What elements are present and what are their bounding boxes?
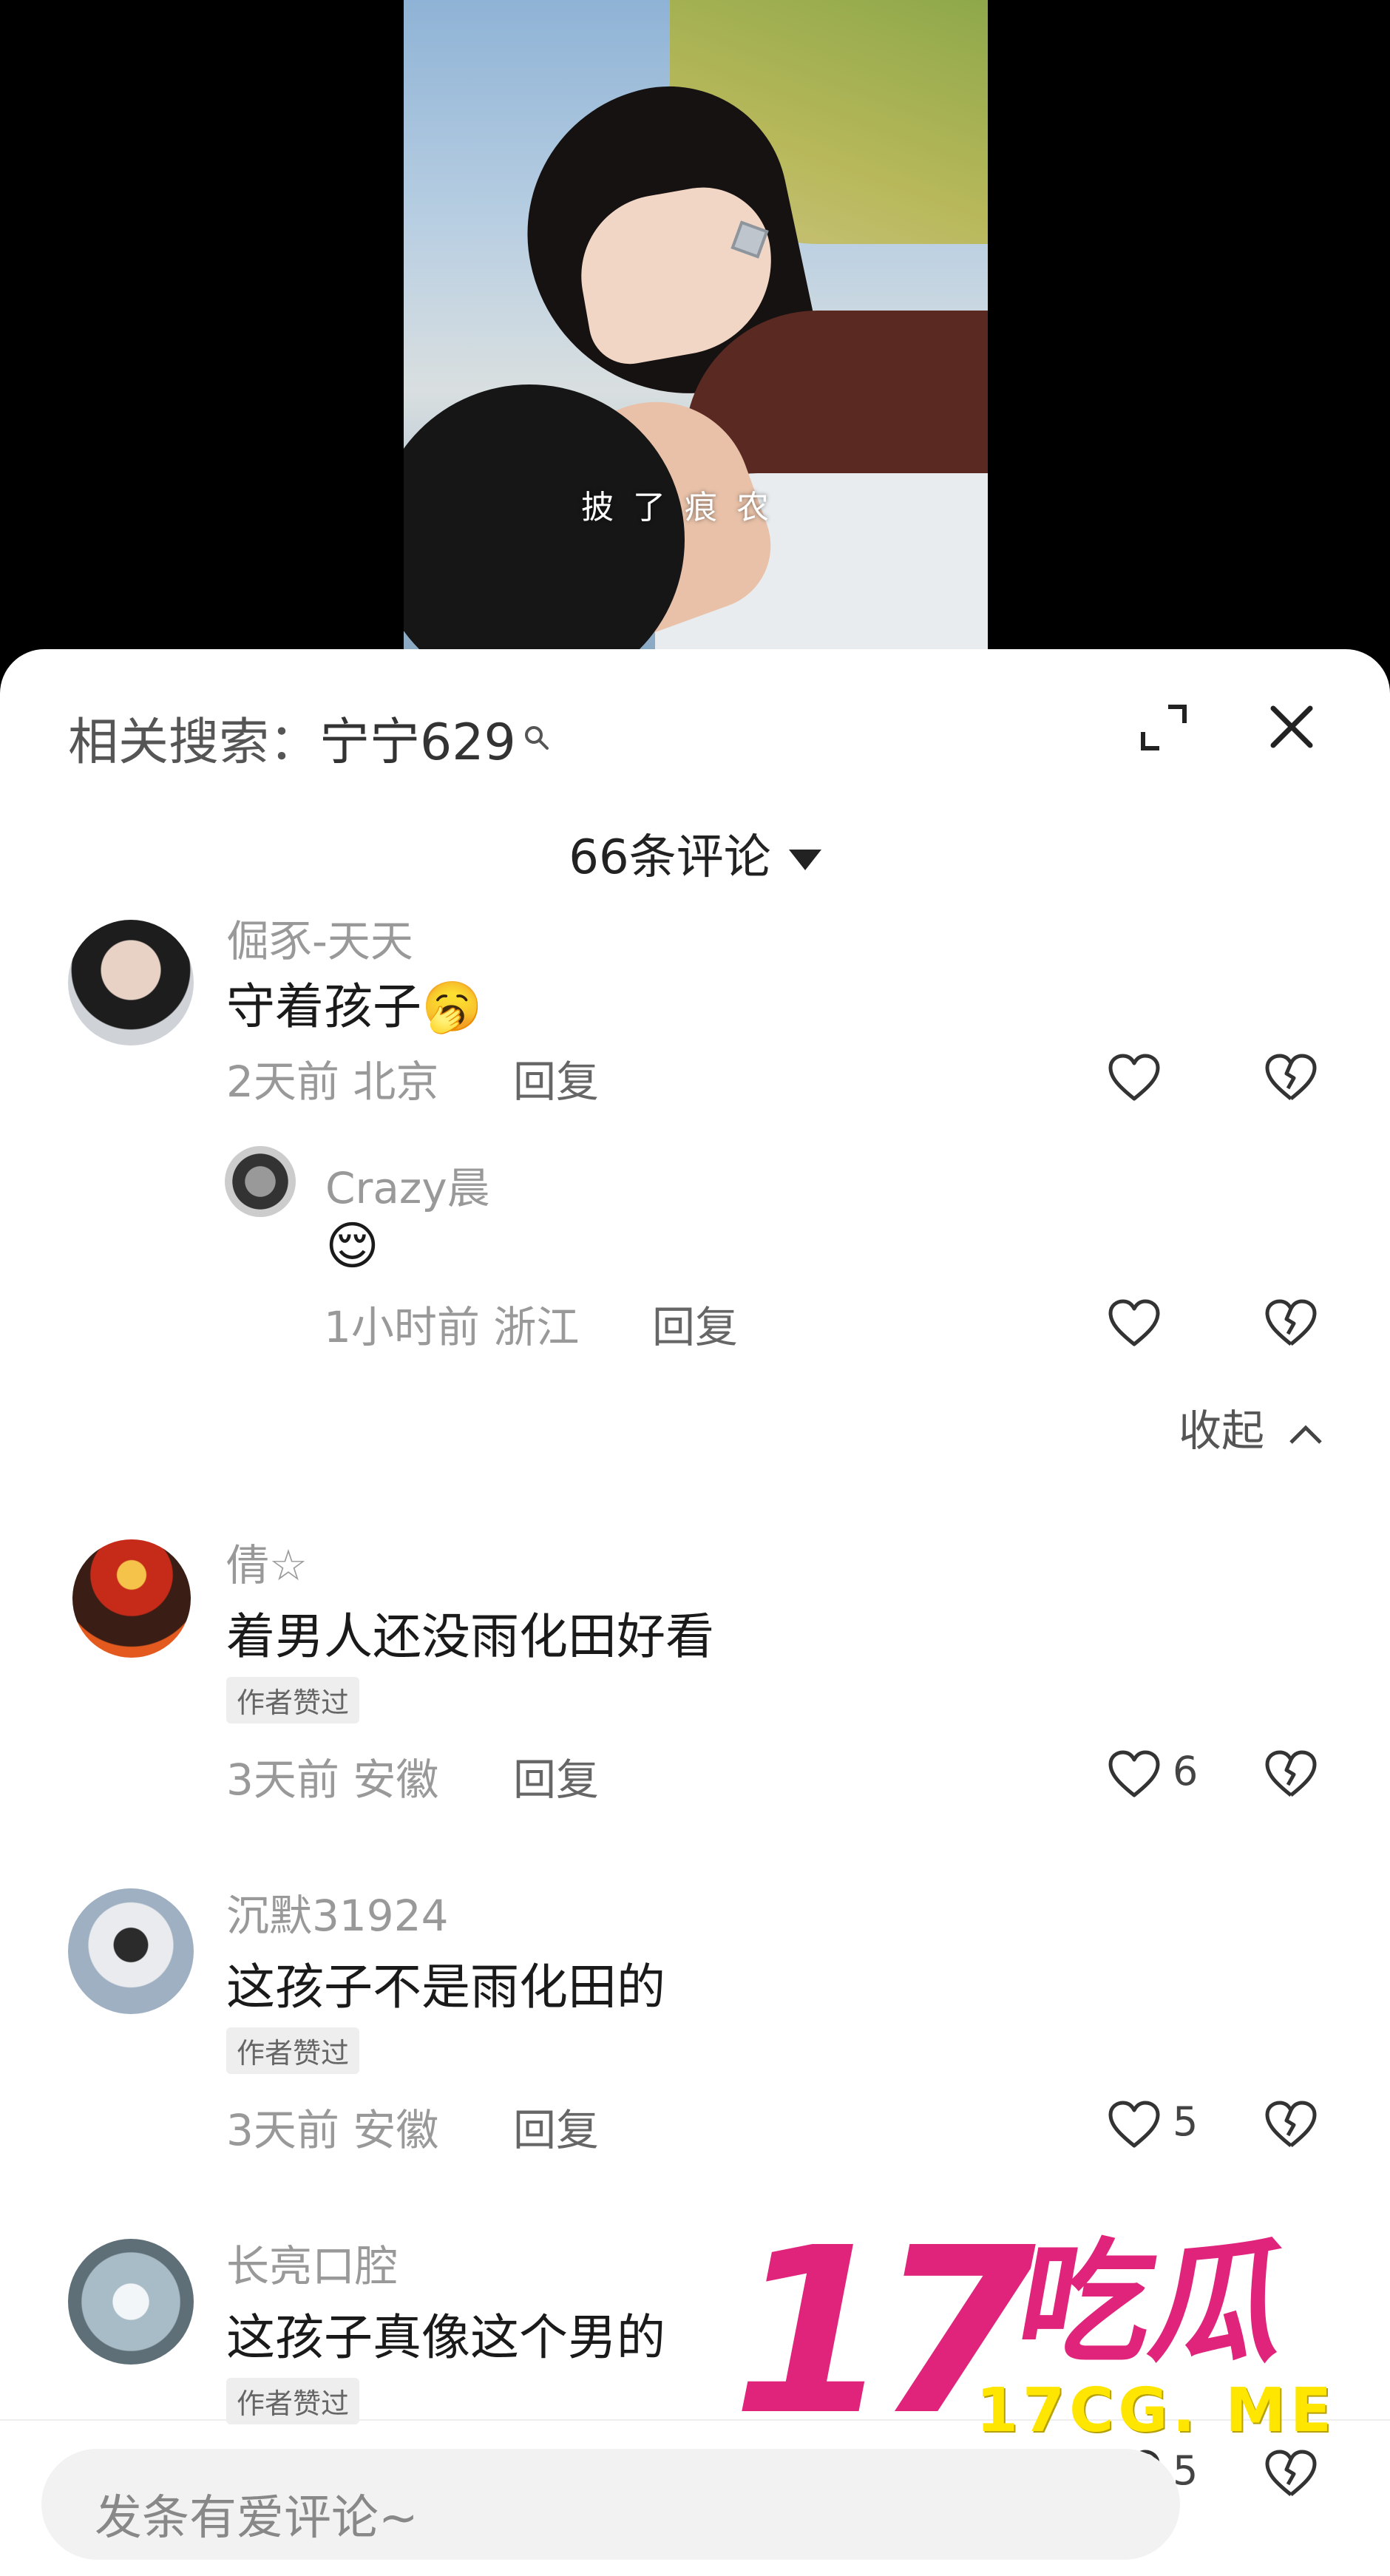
comment-text: 这孩子不是雨化田的 (226, 1959, 665, 2016)
avatar[interactable] (68, 1888, 194, 2014)
comment-username[interactable]: 倔豕-天天 (226, 906, 413, 969)
related-search-query: 宁宁629 (319, 714, 516, 772)
broken-heart-icon[interactable] (1261, 1294, 1320, 1353)
author-liked-badge: 作者赞过 (226, 2027, 360, 2074)
broken-heart-icon[interactable] (1261, 1745, 1320, 1804)
comment-text: 着男人还没雨化田好看 (226, 1608, 714, 1665)
like-count: 6 (1173, 1748, 1199, 1794)
author-liked-badge: 作者赞过 (226, 2378, 360, 2424)
collapse-replies-button[interactable]: 收起 (1179, 1396, 1323, 1458)
heart-icon[interactable] (1105, 2095, 1164, 2155)
video-player[interactable]: 披了痕农 (0, 0, 1390, 665)
comment-time: 3天前 (226, 1755, 339, 1805)
comment-username[interactable]: 沉默31924 (226, 1881, 449, 1943)
related-search[interactable]: 相关搜索： 宁宁629 (68, 701, 552, 774)
avatar[interactable] (68, 920, 194, 1045)
comment-text: 守着孩子🥱 (226, 967, 482, 1038)
like-count: 5 (1173, 2098, 1199, 2145)
comment-meta: 2天前 北京 (226, 1047, 438, 1109)
heart-icon[interactable] (1105, 1745, 1164, 1804)
comment-text-content: 守着孩子 (226, 978, 421, 1035)
comment-time: 3天前 (226, 2105, 339, 2155)
comment-emoji: 🥱 (421, 978, 483, 1035)
comment-count-label: 66条评论 (569, 830, 771, 885)
watermark-name: 吃瓜 (1006, 2226, 1301, 2381)
heart-icon[interactable] (1105, 1294, 1164, 1353)
reply-button[interactable]: 回复 (513, 1745, 599, 1807)
collapse-label: 收起 (1179, 1406, 1265, 1456)
avatar[interactable] (68, 2239, 194, 2365)
comment-input-placeholder: 发条有爱评论~ (95, 2491, 418, 2546)
related-search-label: 相关搜索： (68, 714, 320, 772)
comment-location: 安徽 (353, 1755, 439, 1805)
chevron-up-icon (1289, 1425, 1323, 1444)
comment-username[interactable]: 倩☆ (226, 1531, 308, 1593)
author-liked-badge: 作者赞过 (226, 1677, 360, 1723)
search-icon (524, 725, 549, 750)
broken-heart-icon[interactable] (1261, 2095, 1320, 2155)
comment-count[interactable]: 66条评论 (0, 819, 1390, 887)
avatar[interactable] (72, 1539, 191, 1658)
expand-icon[interactable] (1139, 702, 1189, 753)
comment-location: 北京 (353, 1057, 439, 1107)
comment-location: 安徽 (353, 2105, 439, 2155)
close-icon[interactable] (1266, 701, 1318, 753)
heart-icon[interactable] (1105, 1048, 1164, 1108)
comment-time: 2天前 (226, 1057, 339, 1107)
reply-emoji: 😌 (325, 1216, 379, 1276)
video-frame: 披了痕农 (404, 0, 988, 651)
comment-text: 这孩子真像这个男的 (226, 2309, 665, 2366)
comment-username[interactable]: 长亮口腔 (226, 2231, 398, 2294)
reply-button[interactable]: 回复 (513, 1047, 599, 1109)
reply-username[interactable]: Crazy晨 (325, 1153, 490, 1216)
reply-button[interactable]: 回复 (513, 2095, 599, 2158)
reply-avatar[interactable] (225, 1146, 296, 1217)
reply-button[interactable]: 回复 (652, 1292, 738, 1355)
reply-time: 1小时前 (324, 1302, 480, 1352)
video-overlay-text: 披了痕农 (581, 489, 788, 526)
reply-location: 浙江 (493, 1302, 580, 1352)
comment-meta: 3天前 安徽 (226, 1745, 438, 1807)
sort-dropdown-icon (788, 850, 821, 871)
site-watermark: 17 吃瓜 17CG. ME (732, 2218, 1346, 2470)
reply-meta: 1小时前 浙江 (324, 1292, 579, 1355)
watermark-url: 17CG. ME (976, 2376, 1336, 2446)
comment-meta: 3天前 安徽 (226, 2095, 438, 2158)
broken-heart-icon[interactable] (1261, 1048, 1320, 1108)
